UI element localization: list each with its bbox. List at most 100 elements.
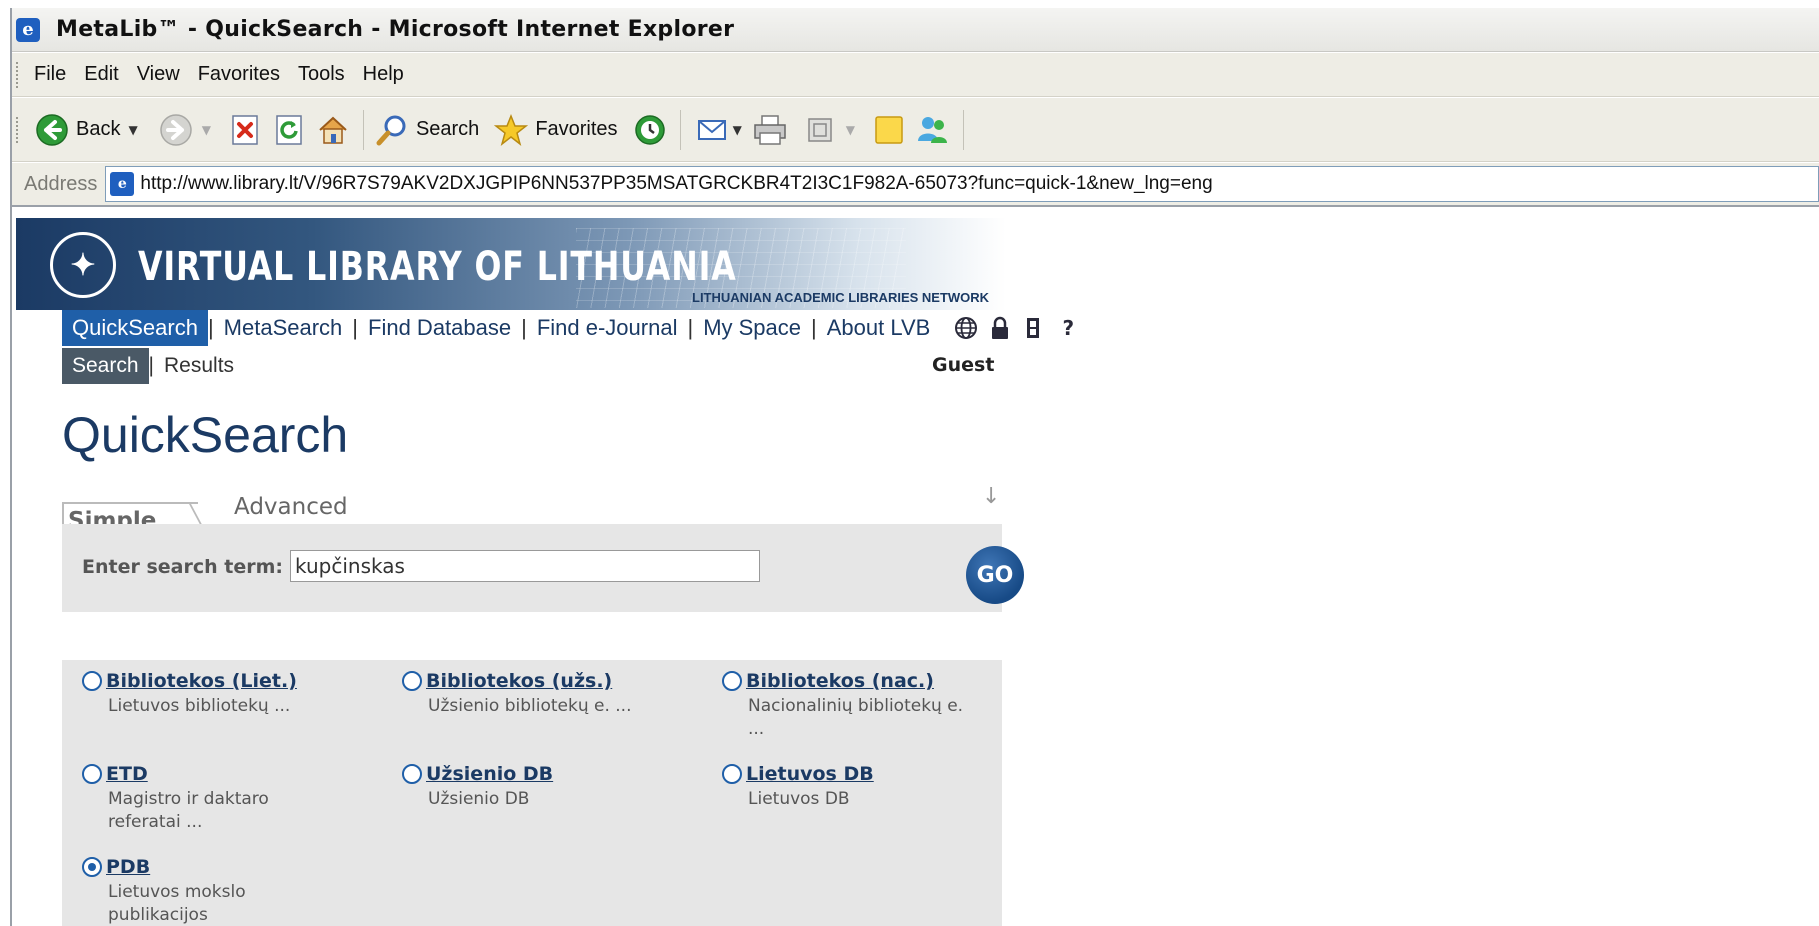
print-button[interactable] (752, 112, 788, 148)
page-icon: e (110, 172, 135, 196)
subnav-results[interactable]: Results (154, 348, 244, 384)
star-icon (493, 112, 529, 148)
forward-button[interactable]: ▼ (158, 112, 211, 148)
menu-tools[interactable]: Tools (298, 63, 345, 86)
address-input[interactable]: e http://www.library.lt/V/96R7S79AKV2DXJ… (105, 166, 1819, 202)
messenger-icon (915, 112, 951, 148)
database-description: Lietuvos bibliotekų ... (108, 696, 291, 716)
tab-advanced[interactable]: Advanced (234, 494, 348, 520)
database-link[interactable]: PDB (106, 856, 150, 878)
menu-favorites[interactable]: Favorites (198, 63, 280, 86)
radio-button[interactable] (722, 671, 742, 691)
site-banner: ✦ VIRTUAL LIBRARY OF LITHUANIA LITHUANIA… (16, 218, 1006, 310)
mail-button[interactable]: ▼ (695, 112, 742, 148)
favorites-label: Favorites (535, 118, 618, 140)
database-option[interactable]: ETD Magistro ir daktaro referatai ... (82, 763, 382, 834)
toolbar-separator (963, 109, 965, 150)
printer-icon (752, 112, 788, 148)
back-arrow-icon (34, 112, 70, 148)
database-option[interactable]: Užsienio DB Užsienio DB (402, 763, 702, 811)
library-logo-icon[interactable]: ✦ (50, 232, 116, 298)
search-mode-tabs: Simple Advanced ↓ (62, 484, 1002, 532)
refresh-icon (271, 112, 307, 148)
database-option[interactable]: Bibliotekos (nac.) Nacionalinių bibliote… (722, 670, 1022, 741)
nav-metasearch[interactable]: MetaSearch (214, 310, 353, 346)
page-content: ✦ VIRTUAL LIBRARY OF LITHUANIA LITHUANIA… (12, 208, 1819, 926)
database-option[interactable]: PDB Lietuvos mokslo publikacijos (82, 856, 382, 926)
note-icon (871, 112, 907, 148)
nav-quicksearch[interactable]: QuickSearch (62, 310, 208, 346)
radio-button[interactable] (82, 764, 102, 784)
database-description: Lietuvos DB (748, 789, 850, 809)
search-button[interactable]: Search (374, 112, 479, 148)
arrow-down-icon: ↓ (982, 484, 1001, 509)
mail-icon (695, 112, 731, 148)
stop-icon (227, 112, 263, 148)
help-question-icon[interactable]: ? (1056, 316, 1080, 340)
network-label: LITHUANIAN ACADEMIC LIBRARIES NETWORK (692, 290, 990, 305)
database-option[interactable]: Lietuvos DB Lietuvos DB (722, 763, 1022, 811)
go-button[interactable]: GO (966, 546, 1024, 604)
radio-button[interactable] (82, 857, 102, 877)
edit-button[interactable]: ▼ (802, 112, 855, 148)
database-description: Magistro ir daktaro referatai ... (108, 789, 269, 832)
history-button[interactable] (632, 112, 668, 148)
menu-file[interactable]: File (34, 63, 66, 86)
home-button[interactable] (315, 112, 351, 148)
lock-icon[interactable] (988, 316, 1012, 340)
ie-icon: e (16, 17, 40, 42)
database-link[interactable]: Bibliotekos (užs.) (426, 670, 612, 692)
edit-dropdown-icon[interactable]: ▼ (846, 123, 855, 137)
mail-dropdown-icon[interactable]: ▼ (733, 123, 742, 137)
page-title: QuickSearch (62, 407, 349, 463)
favorites-button[interactable]: Favorites (493, 112, 618, 148)
database-link[interactable]: Lietuvos DB (746, 763, 874, 785)
nav-my-space[interactable]: My Space (693, 310, 811, 346)
nav-icons: ? (954, 316, 1080, 340)
search-panel: Enter search term: GO (62, 524, 1024, 612)
back-dropdown-icon[interactable]: ▼ (128, 123, 137, 137)
nav-find-database[interactable]: Find Database (358, 310, 521, 346)
nav-find-ejournal[interactable]: Find e-Journal (527, 310, 688, 346)
database-description: Nacionalinių bibliotekų e. ... (748, 696, 964, 739)
database-set-panel: Bibliotekos (Liet.) Lietuvos bibliotekų … (62, 660, 1002, 926)
title-bar: e MetaLib™ - QuickSearch - Microsoft Int… (12, 8, 1819, 52)
search-input[interactable] (290, 550, 760, 582)
toolbar-grip[interactable] (16, 61, 20, 88)
toolbar-grip[interactable] (16, 116, 20, 143)
brand-title: VIRTUAL LIBRARY OF LITHUANIA (138, 244, 737, 290)
database-link[interactable]: Bibliotekos (nac.) (746, 670, 934, 692)
database-option[interactable]: Bibliotekos (Liet.) Lietuvos bibliotekų … (82, 670, 382, 718)
home-icon (315, 112, 351, 148)
edit-page-icon (802, 112, 838, 148)
messenger-button[interactable] (915, 112, 951, 148)
globe-icon[interactable] (954, 316, 978, 340)
address-url[interactable]: http://www.library.lt/V/96R7S79AKV2DXJGP… (140, 173, 1212, 195)
radio-button[interactable] (402, 671, 422, 691)
forward-arrow-icon (158, 112, 194, 148)
menu-help[interactable]: Help (363, 63, 404, 86)
nav-about-lvb[interactable]: About LVB (817, 310, 941, 346)
forward-dropdown-icon[interactable]: ▼ (202, 123, 211, 137)
subnav-search[interactable]: Search (62, 348, 149, 384)
search-term-label: Enter search term: (82, 556, 283, 578)
logout-door-icon[interactable] (1022, 316, 1046, 340)
database-option[interactable]: Bibliotekos (užs.) Užsienio bibliotekų e… (402, 670, 702, 718)
database-link[interactable]: Bibliotekos (Liet.) (106, 670, 297, 692)
address-bar: Address e http://www.library.lt/V/96R7S7… (12, 163, 1819, 207)
radio-button[interactable] (722, 764, 742, 784)
back-button[interactable]: Back ▼ (34, 112, 138, 148)
menu-view[interactable]: View (137, 63, 180, 86)
database-link[interactable]: ETD (106, 763, 148, 785)
menu-edit[interactable]: Edit (84, 63, 118, 86)
radio-button[interactable] (82, 671, 102, 691)
back-label: Back (76, 118, 121, 140)
radio-button[interactable] (402, 764, 422, 784)
sub-nav: Search | Results (62, 348, 244, 384)
stop-button[interactable] (227, 112, 263, 148)
discuss-button[interactable] (871, 112, 907, 148)
user-status: Guest (932, 354, 995, 376)
database-description: Užsienio DB (428, 789, 530, 809)
database-link[interactable]: Užsienio DB (426, 763, 553, 785)
refresh-button[interactable] (271, 112, 307, 148)
